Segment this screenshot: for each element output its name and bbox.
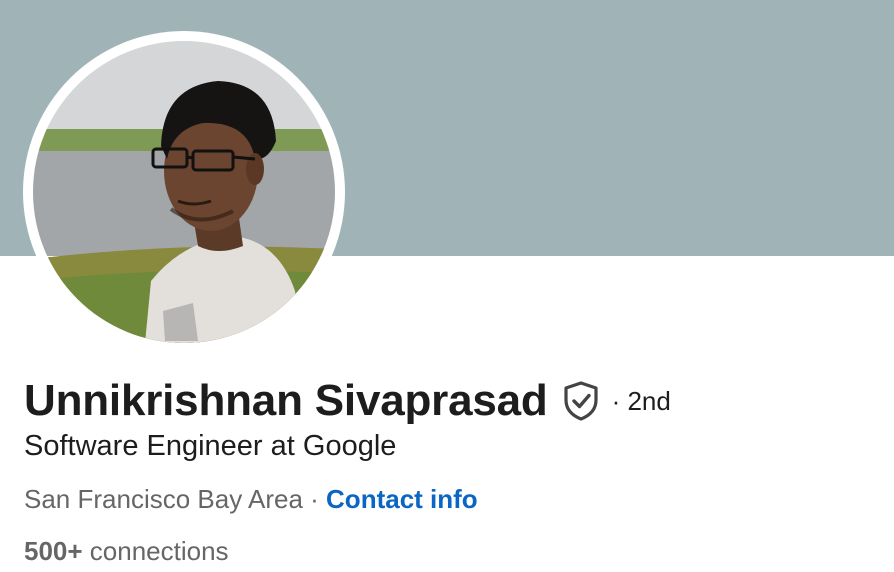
name-row: Unnikrishnan Sivaprasad · 2nd [24, 374, 671, 428]
location-row: San Francisco Bay Area · Contact info [24, 484, 478, 515]
connection-degree: · 2nd [611, 385, 671, 416]
connections-number: 500+ [24, 536, 83, 566]
profile-avatar[interactable] [33, 41, 335, 343]
contact-info-link[interactable]: Contact info [326, 484, 478, 514]
profile-headline: Software Engineer at Google [24, 430, 397, 462]
profile-name: Unnikrishnan Sivaprasad [24, 376, 548, 425]
connections-count[interactable]: 500+ connections [24, 536, 229, 567]
separator: · [302, 484, 327, 514]
profile-location: San Francisco Bay Area [24, 484, 303, 514]
shield-check-icon[interactable] [562, 380, 600, 422]
avatar-photo [33, 41, 335, 343]
connections-label: connections [82, 536, 229, 566]
